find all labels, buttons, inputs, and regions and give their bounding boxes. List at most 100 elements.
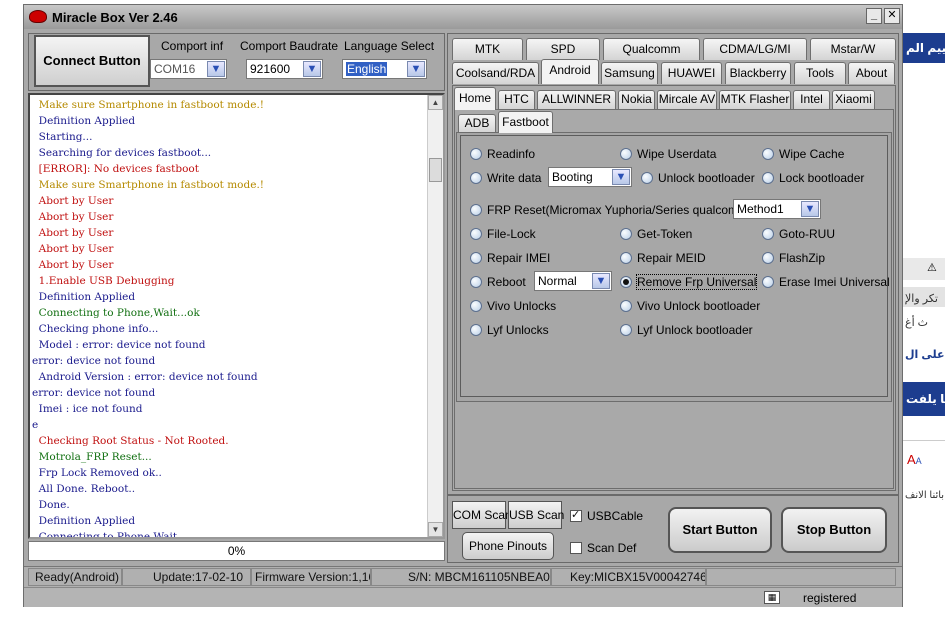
scan-def-checkbox[interactable]: Scan Def [570, 541, 636, 555]
option-readinfo[interactable]: Readinfo [470, 147, 535, 161]
radio-icon[interactable] [470, 324, 482, 336]
tab-huawei[interactable]: HUAWEI [661, 62, 722, 84]
log-line: Make sure Smartphone in fastboot mode.! [32, 179, 264, 191]
option-vivo-unlock-bootloader[interactable]: Vivo Unlock bootloader [620, 299, 760, 313]
option-vivo-unlocks[interactable]: Vivo Unlocks [470, 299, 556, 313]
checkbox-icon[interactable] [570, 542, 582, 554]
log-line: Connecting to Phone,Wait... [32, 531, 188, 539]
subtab-nokia[interactable]: Nokia [618, 90, 655, 109]
subtab-allwinner[interactable]: ALLWINNER [537, 90, 616, 109]
subtab-home[interactable]: Home [454, 87, 496, 110]
tab-mtk[interactable]: MTK [452, 38, 523, 60]
subtab-miracle-av[interactable]: Mircale AV [657, 90, 717, 109]
radio-icon[interactable] [620, 300, 632, 312]
option-label: Lyf Unlocks [487, 323, 549, 337]
radio-icon[interactable] [762, 172, 774, 184]
baudrate-select[interactable]: 921600 ▼ [246, 59, 323, 79]
option-goto-ruu[interactable]: Goto-RUU [762, 227, 835, 241]
option-repair-imei[interactable]: Repair IMEI [470, 251, 550, 265]
radio-icon[interactable] [470, 172, 482, 184]
radio-icon[interactable] [470, 228, 482, 240]
radio-icon[interactable] [620, 252, 632, 264]
background-web-page: تقييم الم ⚠ تكر والإ ث أغ د على ال ما يل… [903, 0, 945, 631]
subtab-xiaomi[interactable]: Xiaomi [832, 90, 875, 109]
title-bar[interactable]: Miracle Box Ver 2.46 _ ✕ [24, 5, 902, 29]
close-button[interactable]: ✕ [884, 8, 900, 24]
phone-pinouts-button[interactable]: Phone Pinouts [462, 532, 554, 560]
usb-scan-button[interactable]: USB Scan [508, 501, 564, 529]
tab-qualcomm[interactable]: Qualcomm [603, 38, 700, 60]
minimize-button[interactable]: _ [866, 8, 882, 24]
chevron-down-icon[interactable]: ▼ [801, 201, 819, 217]
subtab-adb[interactable]: ADB [458, 114, 496, 133]
write-mode-select[interactable]: Booting ▼ [548, 167, 632, 187]
tab-spd[interactable]: SPD [526, 38, 600, 60]
checkbox-checked-icon[interactable] [570, 508, 582, 522]
background-text: ث أغ [905, 317, 929, 329]
tab-blackberry[interactable]: Blackberry [725, 62, 791, 84]
chevron-down-icon[interactable]: ▼ [407, 61, 425, 77]
option-label: Reboot [487, 275, 526, 289]
radio-icon[interactable] [620, 148, 632, 160]
start-button[interactable]: Start Button [668, 507, 772, 553]
radio-icon[interactable] [762, 228, 774, 240]
chevron-down-icon[interactable]: ▼ [612, 169, 630, 185]
frp-method-select[interactable]: Method1 ▼ [733, 199, 821, 219]
radio-icon[interactable] [620, 324, 632, 336]
connect-button[interactable]: Connect Button [34, 35, 150, 87]
chevron-down-icon[interactable]: ▼ [592, 273, 610, 289]
usbcable-checkbox[interactable]: USBCable [570, 508, 643, 523]
radio-icon[interactable] [762, 252, 774, 264]
option-file-lock[interactable]: File-Lock [470, 227, 536, 241]
subtab-mtk-flasher[interactable]: MTK Flasher [719, 90, 791, 109]
subtab-htc[interactable]: HTC [498, 90, 535, 109]
radio-icon[interactable] [470, 148, 482, 160]
scroll-down-icon[interactable]: ▼ [428, 522, 443, 537]
option-lock-bootloader[interactable]: Lock bootloader [762, 171, 864, 185]
comport-select[interactable]: COM16 ▼ [150, 59, 227, 79]
log-scrollbar[interactable]: ▲ ▼ [427, 95, 443, 537]
reboot-mode-select[interactable]: Normal ▼ [534, 271, 612, 291]
font-size-icon[interactable]: AA [907, 452, 945, 472]
tab-tools[interactable]: Tools [794, 62, 846, 84]
subtab-fastboot[interactable]: Fastboot [498, 111, 553, 133]
option-frp-reset[interactable]: FRP Reset(Micromax Yuphoria/Series qualc… [470, 203, 752, 217]
scroll-up-icon[interactable]: ▲ [428, 95, 443, 110]
option-lyf-unlock-bootloader[interactable]: Lyf Unlock bootloader [620, 323, 753, 337]
radio-icon[interactable] [470, 300, 482, 312]
subtab-intel[interactable]: Intel [793, 90, 830, 109]
tab-samsung[interactable]: Samsung [601, 62, 658, 84]
option-wipe-cache[interactable]: Wipe Cache [762, 147, 844, 161]
radio-icon[interactable] [470, 204, 482, 216]
tab-mstar[interactable]: Mstar/W [810, 38, 896, 60]
option-repair-meid[interactable]: Repair MEID [620, 251, 706, 265]
radio-icon[interactable] [620, 228, 632, 240]
tab-cdma-lg-mi[interactable]: CDMA/LG/MI [703, 38, 807, 60]
tab-android[interactable]: Android [541, 59, 599, 84]
scroll-thumb[interactable] [429, 158, 442, 182]
log-output[interactable]: Make sure Smartphone in fastboot mode.! … [28, 93, 445, 539]
option-erase-imei-universal[interactable]: Erase Imei Universal [762, 275, 890, 289]
tab-about[interactable]: About [848, 62, 895, 84]
keyboard-icon: ▦ [764, 591, 780, 604]
option-unlock-bootloader[interactable]: Unlock bootloader [641, 171, 755, 185]
stop-button[interactable]: Stop Button [781, 507, 887, 553]
chevron-down-icon[interactable]: ▼ [207, 61, 225, 77]
com-scan-button[interactable]: COM Scan [452, 501, 512, 529]
tab-coolsand-rda[interactable]: Coolsand/RDA [452, 62, 539, 84]
option-flashzip[interactable]: FlashZip [762, 251, 825, 265]
option-remove-frp-universal[interactable]: Remove Frp Universal [620, 274, 758, 290]
option-reboot[interactable]: Reboot [470, 275, 526, 289]
option-get-token[interactable]: Get-Token [620, 227, 692, 241]
chevron-down-icon[interactable]: ▼ [303, 61, 321, 77]
radio-icon[interactable] [762, 276, 774, 288]
option-wipe-userdata[interactable]: Wipe Userdata [620, 147, 716, 161]
option-lyf-unlocks[interactable]: Lyf Unlocks [470, 323, 549, 337]
language-select[interactable]: English ▼ [342, 59, 427, 79]
radio-icon[interactable] [641, 172, 653, 184]
radio-icon[interactable] [470, 252, 482, 264]
radio-icon[interactable] [470, 276, 482, 288]
radio-icon[interactable] [762, 148, 774, 160]
radio-selected-icon[interactable] [620, 276, 632, 288]
option-write-data[interactable]: Write data [470, 171, 541, 185]
